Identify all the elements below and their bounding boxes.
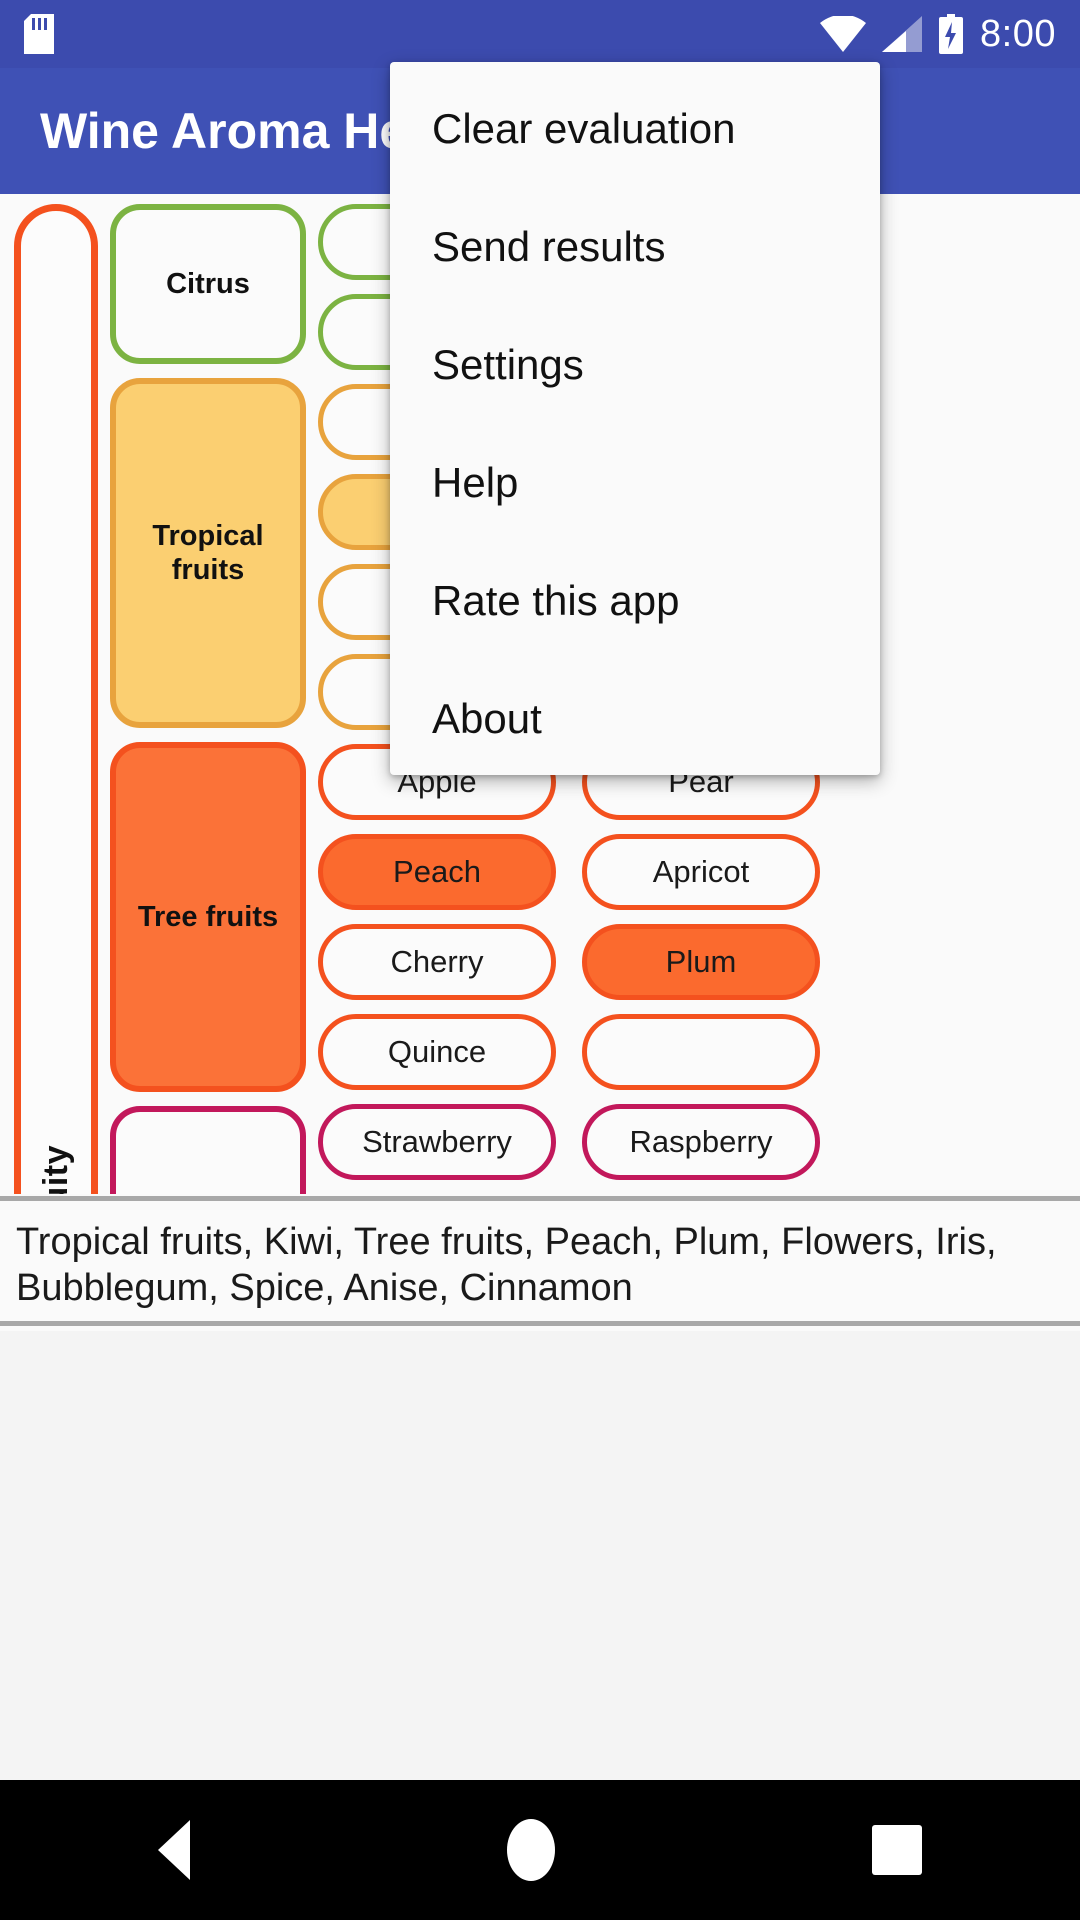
status-bar: 8:00: [0, 0, 1080, 68]
page-title: Wine Aroma Hel: [40, 103, 422, 159]
subfamily-box[interactable]: [110, 1106, 306, 1194]
menu-item-clear-evaluation[interactable]: Clear evaluation: [390, 70, 880, 188]
results-summary: Tropical fruits, Kiwi, Tree fruits, Peac…: [16, 1221, 997, 1310]
subfamily-label: Citrus: [166, 267, 250, 300]
home-button[interactable]: [506, 1819, 555, 1881]
menu-item-settings[interactable]: Settings: [390, 306, 880, 424]
subfamily-box[interactable]: Citrus: [110, 204, 306, 364]
aroma-chip-row: Cherry Plum: [318, 924, 1078, 1000]
back-button[interactable]: [158, 1820, 191, 1880]
aroma-chip-label: Raspberry: [629, 1124, 773, 1159]
empty-area: [0, 1331, 1080, 1780]
aroma-chip[interactable]: [582, 1014, 820, 1090]
battery-charging-icon: [938, 14, 964, 54]
menu-item-label: Settings: [432, 341, 584, 388]
aroma-chip-row: Quince: [318, 1014, 1078, 1090]
recents-icon: [871, 1825, 922, 1875]
aroma-chip[interactable]: Quince: [318, 1014, 556, 1090]
menu-item-about[interactable]: About: [390, 660, 880, 778]
subfamily-column: Citrus Tropical fruits Tree fruits: [110, 204, 306, 1194]
recents-button[interactable]: [871, 1825, 922, 1875]
aroma-chip-label: Strawberry: [362, 1124, 512, 1159]
subfamily-label: Tree fruits: [137, 900, 279, 933]
menu-item-label: Help: [432, 459, 519, 506]
menu-item-send-results[interactable]: Send results: [390, 188, 880, 306]
aroma-chip-label: Apricot: [652, 854, 750, 889]
subfamily-label: Tropical fruits: [152, 519, 264, 586]
aroma-chip[interactable]: Cherry: [318, 924, 556, 1000]
overflow-menu[interactable]: Clear evaluation Send results Settings Help…: [390, 62, 880, 775]
subfamily-box[interactable]: Tree fruits: [110, 742, 306, 1092]
aroma-chip[interactable]: Plum: [582, 924, 820, 1000]
menu-item-rate-this-app[interactable]: Rate this app: [390, 542, 880, 660]
aroma-chip-label: Cherry: [390, 944, 484, 979]
system-navigation-bar: [0, 1780, 1080, 1920]
status-bar-left: [24, 14, 54, 54]
aroma-chip-label: Plum: [665, 944, 737, 979]
aroma-chip[interactable]: Peach: [318, 834, 556, 910]
subfamily-box[interactable]: Tropical fruits: [110, 378, 306, 728]
wifi-icon: [820, 16, 867, 52]
aroma-chip-row: Strawberry Raspberry: [318, 1104, 1078, 1180]
status-bar-right: 8:00: [820, 14, 1056, 54]
menu-item-label: Send results: [432, 223, 666, 270]
menu-item-label: Clear evaluation: [432, 105, 736, 152]
aroma-chip-label: Peach: [393, 854, 481, 889]
aroma-chip[interactable]: Apricot: [582, 834, 820, 910]
cellular-signal-icon: [882, 16, 923, 52]
status-bar-clock: 8:00: [980, 13, 1056, 55]
aroma-chip-label: Quince: [387, 1034, 487, 1069]
aroma-chip[interactable]: Strawberry: [318, 1104, 556, 1180]
menu-item-label: Rate this app: [432, 577, 680, 624]
family-fruity[interactable]: Fruity: [14, 204, 98, 1194]
back-icon: [158, 1820, 191, 1880]
menu-item-label: About: [432, 695, 542, 742]
menu-item-help[interactable]: Help: [390, 424, 880, 542]
sd-card-icon: [24, 14, 54, 54]
home-icon: [506, 1819, 555, 1881]
aroma-chip-row: Peach Apricot: [318, 834, 1078, 910]
family-label: Fruity: [36, 1145, 75, 1194]
aroma-chip[interactable]: Raspberry: [582, 1104, 820, 1180]
results-bar[interactable]: Tropical fruits, Kiwi, Tree fruits, Peac…: [0, 1196, 1080, 1326]
